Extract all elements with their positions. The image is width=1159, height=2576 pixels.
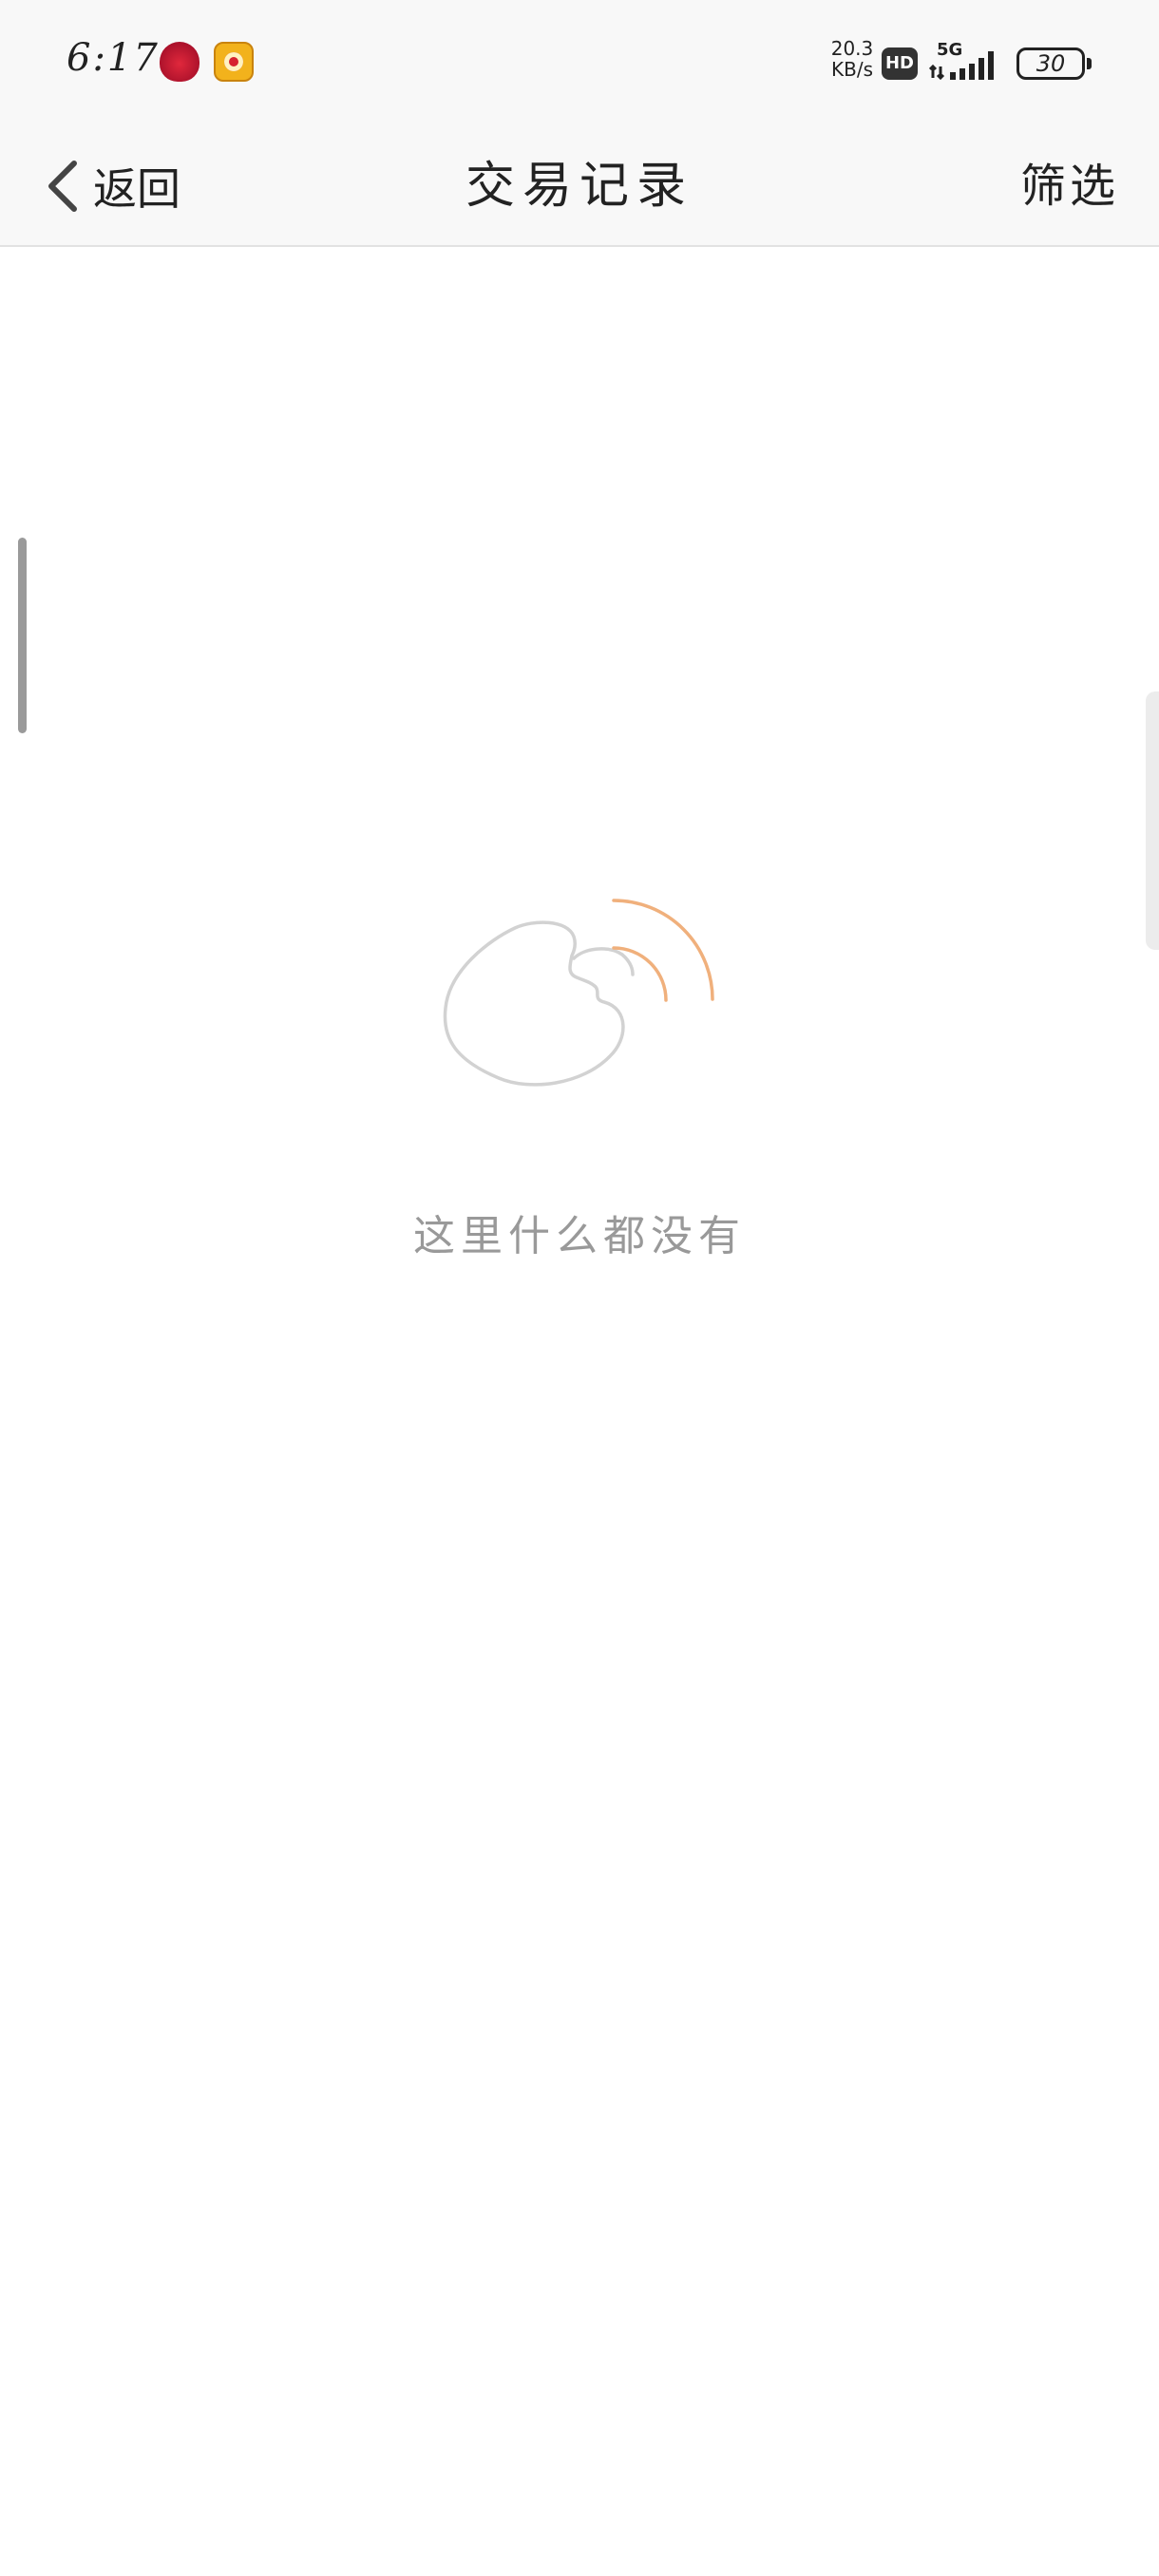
notification-app-icon-yellow [214,42,254,82]
chevron-left-icon [48,161,77,212]
back-label: 返回 [93,163,180,215]
side-edge-handle[interactable] [1146,691,1159,950]
notification-app-icon-red [160,42,200,82]
battery-level: 30 [1036,50,1066,77]
network-type-label: 5G [937,40,963,60]
empty-state-hand-icon [443,899,714,1087]
page-title: 交易记录 [465,158,694,215]
navigation-bar: 返回 交易记录 筛选 [0,125,1159,247]
network-speed-value: 20.3 [830,37,874,60]
empty-state-hand-outline [443,920,625,1087]
status-time: 6:17 [66,36,160,80]
back-button[interactable]: 返回 [42,152,180,220]
network-speed: 20.3 KB/s [828,38,876,80]
network-speed-unit: KB/s [831,58,873,81]
signal-strength-icon: 5G [928,40,1003,82]
empty-state-message: 这里什么都没有 [413,1212,746,1260]
hd-badge: HD [882,47,918,80]
filter-button[interactable]: 筛选 [1020,152,1119,220]
scroll-indicator [18,538,27,733]
battery-icon: 30 [1016,47,1092,80]
empty-state-hand-finger-line [572,947,635,976]
status-bar: 6:17 20.3 KB/s HD 5G 30 [0,0,1159,125]
